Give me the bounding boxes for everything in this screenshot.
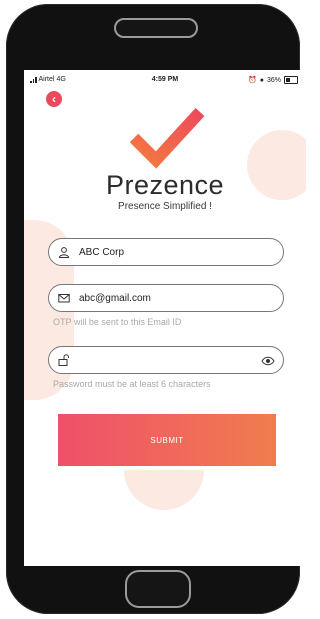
email-field[interactable]: abc@gmail.com: [48, 284, 284, 312]
back-button[interactable]: ‹: [46, 91, 62, 107]
email-value: abc@gmail.com: [79, 293, 151, 304]
unlock-icon: [58, 354, 69, 366]
email-hint: OTP will be sent to this Email ID: [53, 317, 182, 327]
app-tagline: Presence Simplified !: [118, 201, 212, 212]
battery-icon: [284, 76, 298, 84]
phone-speaker: [114, 18, 198, 38]
alarm-icon: ⏰: [248, 77, 257, 84]
mail-icon: [58, 294, 70, 303]
battery-saver-icon: ●: [259, 76, 264, 84]
company-field[interactable]: ABC Corp: [48, 238, 284, 266]
user-icon: [58, 247, 70, 258]
battery-label: 36%: [266, 76, 281, 84]
phone-frame: Airtel 4G 4:59 PM ⏰ ● 36% ‹ Prezence Pre…: [6, 4, 306, 614]
eye-icon[interactable]: [261, 356, 275, 366]
submit-button[interactable]: SUBMIT: [58, 414, 276, 466]
decorative-blob: [124, 470, 204, 510]
status-right: ⏰ ● 36%: [248, 76, 298, 84]
chevron-left-icon: ‹: [52, 92, 56, 106]
company-value: ABC Corp: [79, 247, 125, 258]
app-title: Prezence: [105, 170, 225, 200]
password-field[interactable]: [48, 346, 284, 374]
checkmark-logo-icon: [129, 107, 205, 169]
app-screen: Airtel 4G 4:59 PM ⏰ ● 36% ‹ Prezence Pre…: [24, 70, 306, 566]
status-bar: Airtel 4G 4:59 PM ⏰ ● 36%: [24, 76, 306, 88]
home-button[interactable]: [125, 570, 191, 608]
password-hint: Password must be at least 6 characters: [53, 379, 211, 389]
